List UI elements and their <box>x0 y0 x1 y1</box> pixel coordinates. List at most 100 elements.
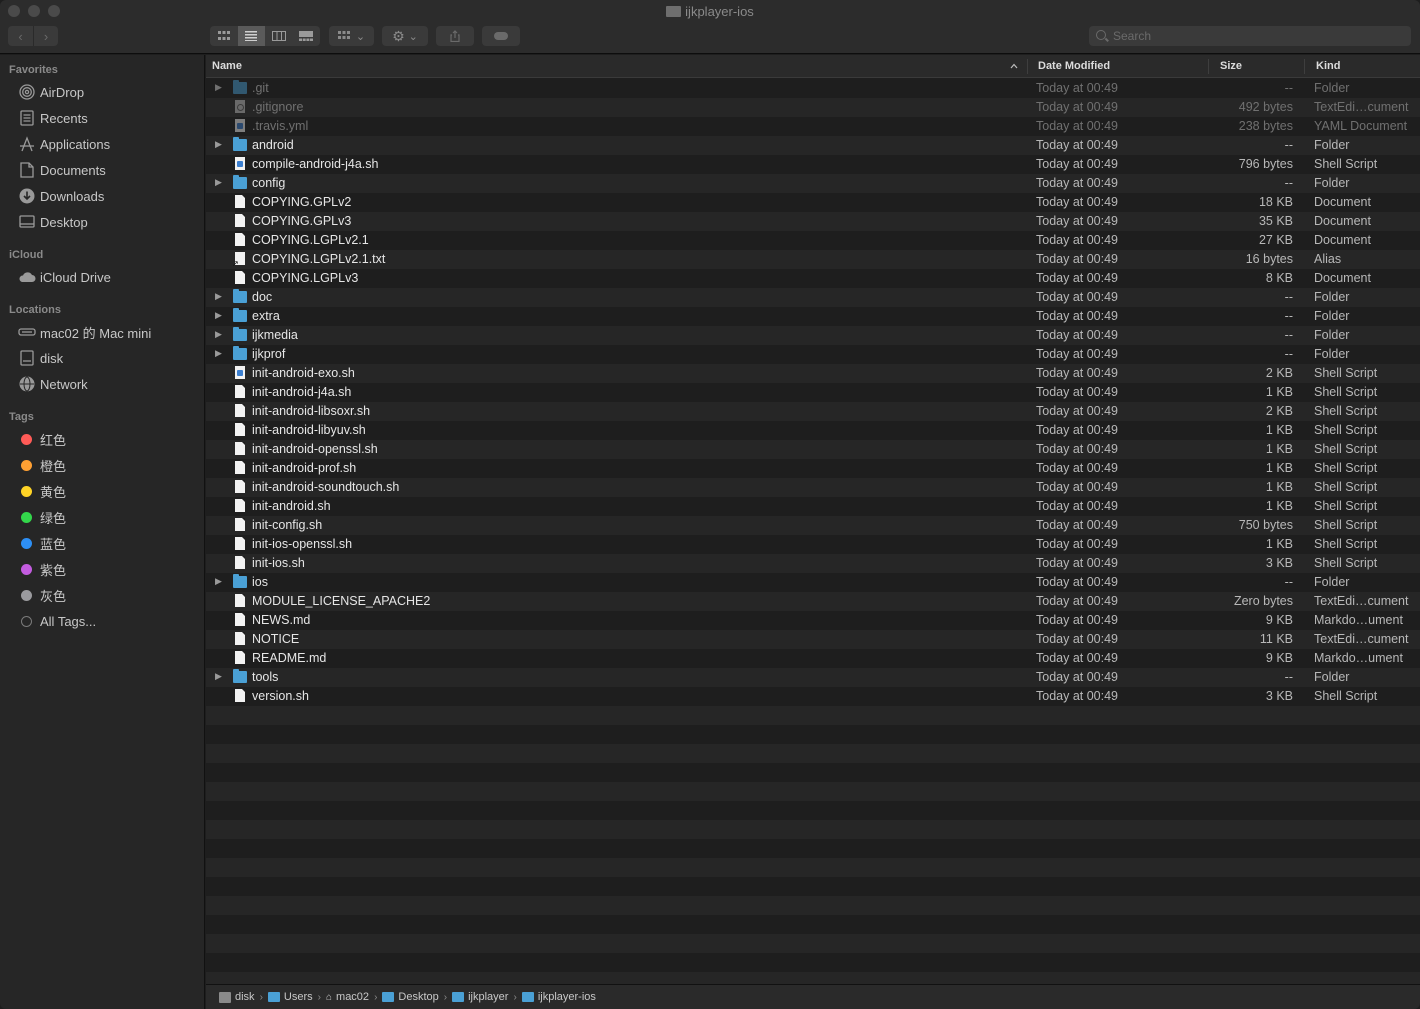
sidebar-item-applications[interactable]: Applications <box>18 134 110 154</box>
icon-view-button[interactable] <box>210 26 238 46</box>
file-row[interactable]: init-android-j4a.sh Today at 00:49 1 KB She… <box>206 383 1420 402</box>
file-name: COPYING.LGPLv3 <box>252 271 359 285</box>
disclosure-triangle-icon[interactable]: ▶ <box>215 310 222 321</box>
file-row[interactable]: ▶ tools Today at 00:49 -- Folder <box>206 668 1420 687</box>
sidebar-item-mac-mini[interactable]: mac02 的 Mac mini <box>18 322 151 342</box>
file-row[interactable]: init-ios.sh Today at 00:49 3 KB Shell Scrip… <box>206 554 1420 573</box>
document-icon <box>235 689 245 702</box>
column-divider[interactable] <box>1027 59 1028 74</box>
column-view-button[interactable] <box>265 26 293 46</box>
file-row[interactable]: ▶ android Today at 00:49 -- Folder <box>206 136 1420 155</box>
file-kind: Folder <box>1314 309 1350 323</box>
folder-icon <box>233 346 247 360</box>
file-row[interactable]: ▶ ijkmedia Today at 00:49 -- Folder <box>206 326 1420 345</box>
file-row[interactable]: init-android-libsoxr.sh Today at 00:49 2 K… <box>206 402 1420 421</box>
disclosure-triangle-icon[interactable]: ▶ <box>215 139 222 150</box>
file-row[interactable]: init-android-soundtouch.sh Today at 00:49… <box>206 478 1420 497</box>
search-field[interactable]: Search <box>1089 26 1411 46</box>
tag-dot-icon <box>21 589 32 601</box>
script-icon <box>235 119 245 132</box>
sidebar-item-disk[interactable]: disk <box>18 348 63 368</box>
file-row[interactable]: ▶ ios Today at 00:49 -- Folder <box>206 573 1420 592</box>
path-crumb[interactable]: ijkplayer <box>452 991 508 1003</box>
group-by-button[interactable]: ⌄ <box>329 26 374 46</box>
file-row[interactable]: COPYING.LGPLv2.1.txt Today at 00:49 16 byt… <box>206 250 1420 269</box>
file-row[interactable]: init-android-openssl.sh Today at 00:49 1 K… <box>206 440 1420 459</box>
file-name: init-ios-openssl.sh <box>252 537 353 551</box>
sidebar-tag-gray[interactable]: 灰色 <box>18 585 66 605</box>
file-row[interactable]: NEWS.md Today at 00:49 9 KB Markdo…ument <box>206 611 1420 630</box>
file-row[interactable]: COPYING.LGPLv2.1 Today at 00:49 27 KB Docum… <box>206 231 1420 250</box>
file-row[interactable]: README.md Today at 00:49 9 KB Markdo…ument <box>206 649 1420 668</box>
gallery-view-icon <box>299 31 314 41</box>
gallery-view-button[interactable] <box>293 26 321 46</box>
tags-button[interactable] <box>482 26 520 46</box>
file-row[interactable]: ▶ doc Today at 00:49 -- Folder <box>206 288 1420 307</box>
sidebar-tag-green[interactable]: 绿色 <box>18 507 66 527</box>
column-divider[interactable] <box>1208 59 1209 74</box>
sidebar-item-network[interactable]: Network <box>18 374 88 394</box>
column-header-size[interactable]: Size <box>1220 60 1242 72</box>
file-size: -- <box>1284 176 1293 190</box>
list-view-button[interactable] <box>237 26 265 46</box>
file-name: .git <box>252 81 269 95</box>
file-row[interactable]: init-android-exo.sh Today at 00:49 2 KB She… <box>206 364 1420 383</box>
sidebar-tag-orange[interactable]: 橙色 <box>18 455 66 475</box>
path-crumb[interactable]: ⌂ mac02 <box>326 991 369 1003</box>
column-header-kind[interactable]: Kind <box>1316 60 1340 72</box>
search-placeholder: Search <box>1113 29 1152 43</box>
file-row[interactable]: ▶ .git Today at 00:49 -- Folder <box>206 79 1420 98</box>
file-row[interactable]: version.sh Today at 00:49 3 KB Shell Script <box>206 687 1420 706</box>
disclosure-triangle-icon[interactable]: ▶ <box>215 576 222 587</box>
disclosure-triangle-icon[interactable]: ▶ <box>215 671 222 682</box>
file-row[interactable]: ▶ extra Today at 00:49 -- Folder <box>206 307 1420 326</box>
disclosure-triangle-icon[interactable]: ▶ <box>215 329 222 340</box>
file-row[interactable]: init-config.sh Today at 00:49 750 bytes She… <box>206 516 1420 535</box>
file-row[interactable]: ▶ ijkprof Today at 00:49 -- Folder <box>206 345 1420 364</box>
column-divider[interactable] <box>1304 59 1305 74</box>
sidebar-all-tags[interactable]: All Tags... <box>18 611 96 631</box>
sidebar-tag-purple[interactable]: 紫色 <box>18 559 66 579</box>
sidebar-item-documents[interactable]: Documents <box>18 160 106 180</box>
sidebar-item-desktop[interactable]: Desktop <box>18 212 88 232</box>
search-icon <box>1096 30 1106 40</box>
file-row[interactable]: NOTICE Today at 00:49 11 KB TextEdi…cument <box>206 630 1420 649</box>
disclosure-triangle-icon[interactable]: ▶ <box>215 177 222 188</box>
sidebar-item-airdrop[interactable]: AirDrop <box>18 82 84 102</box>
path-crumb[interactable]: ijkplayer-ios <box>521 991 596 1003</box>
path-crumb[interactable]: disk <box>219 991 255 1003</box>
disclosure-triangle-icon[interactable]: ▶ <box>215 82 222 93</box>
folder-icon <box>452 992 465 1002</box>
file-row[interactable]: ▶ config Today at 00:49 -- Folder <box>206 174 1420 193</box>
file-row[interactable]: init-android-libyuv.sh Today at 00:49 1 KB… <box>206 421 1420 440</box>
file-date: Today at 00:49 <box>1036 81 1119 95</box>
share-button[interactable] <box>436 26 474 46</box>
sidebar-tag-yellow[interactable]: 黄色 <box>18 481 66 501</box>
folder-icon <box>382 992 395 1002</box>
disclosure-triangle-icon[interactable]: ▶ <box>215 348 222 359</box>
back-button[interactable]: ‹ <box>8 26 33 46</box>
sidebar-item-label: disk <box>40 350 64 366</box>
sidebar-tag-blue[interactable]: 蓝色 <box>18 533 66 553</box>
file-row[interactable]: COPYING.GPLv2 Today at 00:49 18 KB Document <box>206 193 1420 212</box>
file-row[interactable]: init-android-prof.sh Today at 00:49 1 KB Sh… <box>206 459 1420 478</box>
file-row[interactable]: compile-android-j4a.sh Today at 00:49 796 … <box>206 155 1420 174</box>
path-crumb[interactable]: Users <box>267 991 313 1003</box>
file-row[interactable]: .gitignore Today at 00:49 492 bytes TextEdi… <box>206 98 1420 117</box>
path-crumb[interactable]: Desktop <box>382 991 439 1003</box>
file-row[interactable]: init-ios-openssl.sh Today at 00:49 1 KB She… <box>206 535 1420 554</box>
sidebar-item-recents[interactable]: Recents <box>18 108 88 128</box>
sidebar-item-downloads[interactable]: Downloads <box>18 186 104 206</box>
column-header-date[interactable]: Date Modified <box>1038 60 1110 72</box>
action-menu-button[interactable]: ⚙ ⌄ <box>382 26 428 46</box>
sidebar-tag-red[interactable]: 红色 <box>18 429 66 449</box>
sidebar-item-icloud-drive[interactable]: iCloud Drive <box>18 267 111 287</box>
forward-button[interactable]: › <box>33 26 58 46</box>
file-row[interactable]: COPYING.LGPLv3 Today at 00:49 8 KB Document <box>206 269 1420 288</box>
file-row[interactable]: COPYING.GPLv3 Today at 00:49 35 KB Document <box>206 212 1420 231</box>
file-row[interactable]: init-android.sh Today at 00:49 1 KB Shell S… <box>206 497 1420 516</box>
file-row[interactable]: MODULE_LICENSE_APACHE2 Today at 00:49 Zero… <box>206 592 1420 611</box>
disclosure-triangle-icon[interactable]: ▶ <box>215 291 222 302</box>
column-header-name[interactable]: Name <box>212 60 242 72</box>
file-row[interactable]: .travis.yml Today at 00:49 238 bytes YAML D… <box>206 117 1420 136</box>
